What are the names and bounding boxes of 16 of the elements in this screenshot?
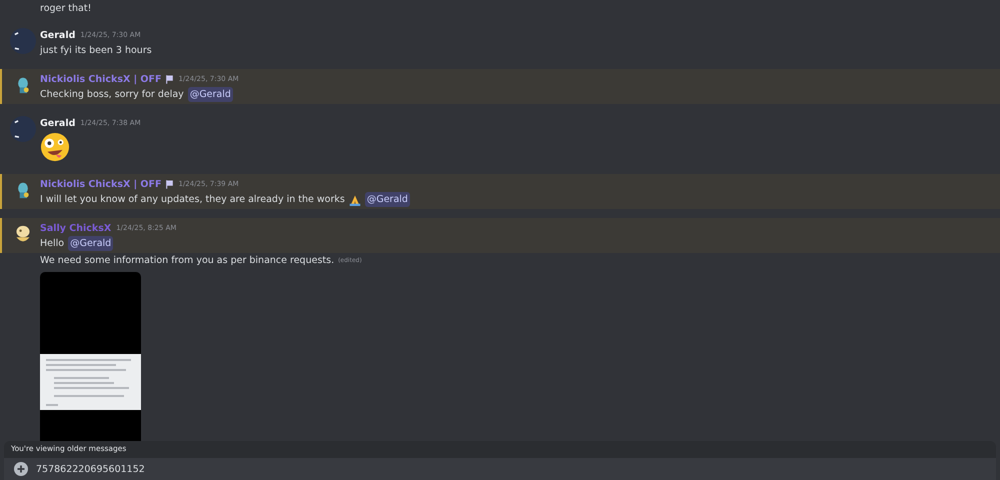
message-text: I will let you know of any updates, they are already in the works [40,193,345,207]
author-name[interactable]: Gerald [40,118,76,128]
message-text: Hello [40,237,64,251]
user-mention[interactable]: @Gerald [364,192,410,207]
author-name[interactable]: Nickiolis ChicksX | OFF [40,74,162,84]
user-mention[interactable]: @Gerald [188,87,233,102]
user-mention[interactable]: @Gerald [68,236,114,251]
message-text: Checking boss, sorry for delay [40,88,184,102]
message-input[interactable]: 757862220695601152 [4,458,996,480]
author-name[interactable]: Gerald [40,30,76,40]
message-text: We need some information from you as per binance requests. [40,254,334,268]
zany-face-icon [40,132,70,162]
add-icon[interactable] [14,462,28,476]
author-name[interactable]: Nickiolis ChicksX | OFF [40,178,162,190]
message-text: just fyi its been 3 hours [40,44,152,58]
message-text: roger that! [40,2,92,16]
